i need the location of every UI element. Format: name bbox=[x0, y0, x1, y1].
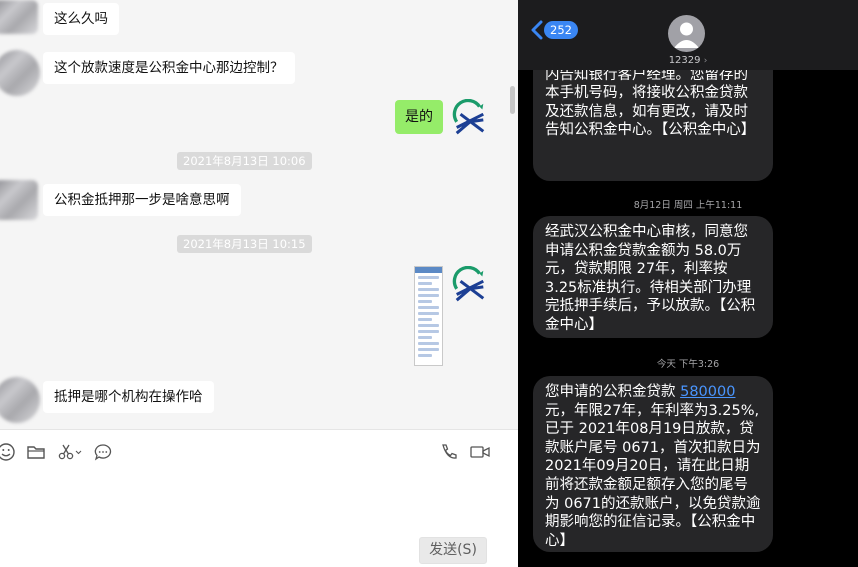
contact-number: 12329 bbox=[668, 55, 701, 66]
self-avatar-logo-icon[interactable] bbox=[451, 266, 489, 304]
person-icon bbox=[674, 22, 699, 48]
message-bubble-outgoing[interactable]: 是的 bbox=[395, 100, 443, 134]
self-avatar-logo-icon[interactable] bbox=[451, 99, 489, 137]
sms-header: 252 12329 › bbox=[518, 0, 858, 70]
sms-text: 元，年限27年，年利率为3.25%,已于 2021年08月19日放款，贷款账户尾… bbox=[545, 402, 761, 549]
folder-icon[interactable] bbox=[26, 442, 46, 462]
contact-avatar[interactable] bbox=[0, 377, 40, 423]
chat-timestamp: 2021年8月13日 10:15 bbox=[177, 235, 312, 253]
amount-link[interactable]: 580000 bbox=[680, 384, 735, 400]
sms-timestamp: 今天 下午3:26 bbox=[656, 359, 720, 370]
unread-count-badge[interactable]: 252 bbox=[544, 21, 578, 39]
sms-bubble[interactable]: 经武汉公积金中心审核，同意您申请公积金贷款金额为 58.0万元，贷款期限 27年… bbox=[533, 216, 773, 338]
message-bubble-incoming[interactable]: 公积金抵押那一步是啥意思啊 bbox=[43, 184, 241, 216]
sms-text: 您申请的公积金贷款 bbox=[545, 384, 681, 400]
send-button[interactable]: 发送(S) bbox=[419, 537, 487, 564]
phone-icon[interactable] bbox=[439, 442, 459, 462]
contact-avatar[interactable] bbox=[0, 180, 38, 220]
chevron-right-icon: › bbox=[703, 56, 708, 66]
contact-avatar[interactable] bbox=[0, 0, 38, 34]
sms-text: 经武汉公积金中心审核，同意您申请公积金贷款金额为 58.0万元，贷款期限 27年… bbox=[545, 224, 756, 333]
back-chevron-icon[interactable] bbox=[530, 20, 544, 40]
emoji-icon[interactable] bbox=[0, 442, 16, 462]
sms-timestamp: 8月12日 周四 上午11:11 bbox=[633, 200, 743, 211]
video-call-icon[interactable] bbox=[469, 442, 491, 462]
message-bubble-incoming[interactable]: 这个放款速度是公积金中心那边控制？ bbox=[43, 52, 295, 84]
chat-timestamp: 2021年8月13日 10:06 bbox=[177, 152, 312, 170]
scissors-icon[interactable] bbox=[57, 442, 83, 462]
image-message-thumbnail[interactable] bbox=[414, 266, 443, 366]
sms-thread-screen: 252 12329 › 验证码是 876277，请在24小时内告知银行客户经理。… bbox=[518, 0, 858, 567]
contact-name[interactable]: 12329 › bbox=[518, 55, 858, 66]
message-bubble-incoming[interactable]: 抵押是哪个机构在操作哈 bbox=[43, 381, 214, 413]
contact-avatar[interactable] bbox=[668, 15, 705, 52]
chat-bubble-icon[interactable] bbox=[93, 442, 113, 462]
message-bubble-incoming[interactable]: 这么久吗 bbox=[43, 3, 119, 35]
desktop-chat-window: 这么久吗 这个放款速度是公积金中心那边控制？ 是的 2021年8月13日 10:… bbox=[0, 0, 518, 567]
contact-avatar[interactable] bbox=[0, 50, 40, 96]
sms-bubble[interactable]: 您申请的公积金贷款 580000 元，年限27年，年利率为3.25%,已于 202… bbox=[533, 376, 773, 552]
chat-scrollbar[interactable] bbox=[510, 86, 515, 114]
